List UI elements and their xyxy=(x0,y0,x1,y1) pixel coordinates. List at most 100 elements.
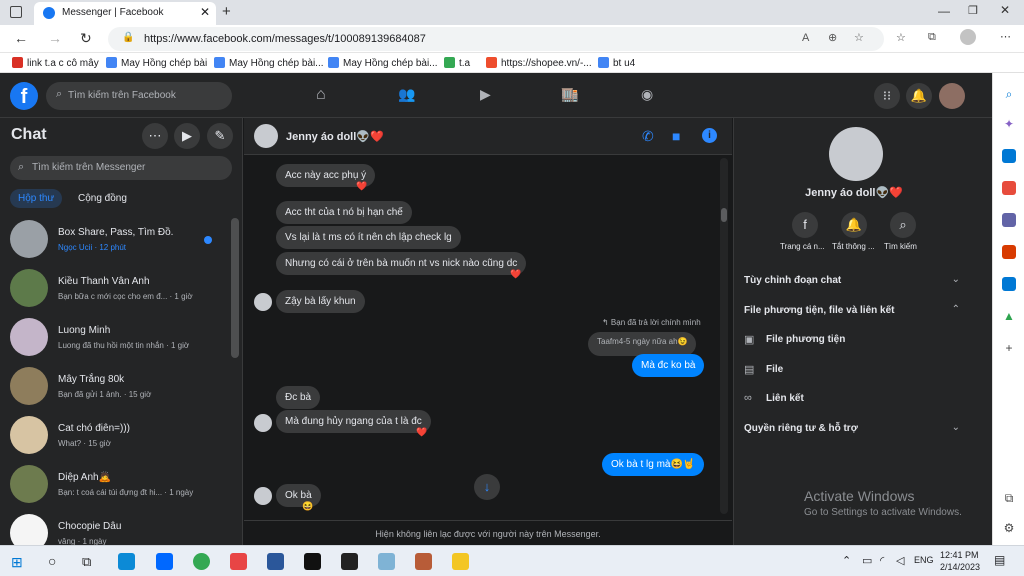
info-icon[interactable]: i xyxy=(702,128,717,143)
conversation-item[interactable]: Luong Minh Luong đã thu hồi một tin nhắn… xyxy=(8,314,228,362)
notifications-icon[interactable]: 🔔 xyxy=(906,83,932,109)
chrome-icon[interactable] xyxy=(193,553,210,570)
contact-name[interactable]: Jenny áo doll👽❤️ xyxy=(286,130,384,143)
avatar[interactable] xyxy=(254,124,278,148)
bookmark[interactable]: May Hồng chép bài xyxy=(106,57,207,69)
home-icon[interactable]: ⌂ xyxy=(316,86,326,104)
language-indicator[interactable]: ENG xyxy=(914,555,934,565)
facebook-search-input[interactable]: ⌕ Tìm kiếm trên Facebook xyxy=(46,82,232,110)
edge-icon[interactable] xyxy=(118,553,135,570)
message-bubble[interactable]: Mà đc ko bà xyxy=(632,354,705,377)
new-tab-icon[interactable]: + xyxy=(222,3,231,20)
message-bubble[interactable]: Mà đung hủy ngang của t là đc xyxy=(276,410,431,433)
video-call-icon[interactable]: ■ xyxy=(672,128,680,144)
chevron-down-icon[interactable]: ⌄ xyxy=(952,422,960,433)
message-bubble[interactable]: Vs lại là t ms có ít nên ch lập check lg xyxy=(276,226,461,249)
notification-center-icon[interactable]: ▤ xyxy=(994,553,1005,567)
conversation-item[interactable]: Cat chó điên=))) What? · 15 giờ xyxy=(8,412,228,460)
conversation-item[interactable]: Box Share, Pass, Tìm Đồ. Ngọc Ucii · 12 … xyxy=(8,216,228,264)
message-bubble[interactable]: Zậy bà lấy khun xyxy=(276,290,365,313)
options-icon[interactable]: ⋯ xyxy=(142,123,168,149)
minimize-icon[interactable]: — xyxy=(938,4,950,18)
message-bubble[interactable]: Nhưng có cái ở trên bà muốn nt vs nick n… xyxy=(276,252,527,275)
close-tab-icon[interactable]: ✕ xyxy=(200,5,210,19)
wifi-icon[interactable]: ◜ xyxy=(880,554,884,567)
more-icon[interactable]: ⋯ xyxy=(1000,30,1011,43)
media-item[interactable]: File phương tiện xyxy=(766,334,845,345)
privacy-support[interactable]: Quyền riêng tư & hỗ trợ xyxy=(744,423,858,434)
chevron-down-icon[interactable]: ⌄ xyxy=(952,274,960,285)
scrollbar-thumb[interactable] xyxy=(721,208,727,222)
phone-icon[interactable]: ✆ xyxy=(642,128,654,145)
marketplace-icon[interactable]: 🏬 xyxy=(561,86,578,103)
mute-bell-icon[interactable]: 🔔 xyxy=(841,212,867,238)
scroll-down-icon[interactable]: ↓ xyxy=(474,474,500,500)
capcut-icon[interactable] xyxy=(341,553,358,570)
profile-avatar[interactable] xyxy=(829,127,883,181)
restore-icon[interactable]: ❐ xyxy=(968,4,978,17)
search-icon[interactable]: ⌕ xyxy=(890,212,916,238)
browser-tab[interactable]: Messenger | Facebook ✕ xyxy=(34,2,216,25)
tools-icon[interactable] xyxy=(1002,181,1016,195)
conversation-item[interactable]: Kiều Thanh Vân Anh Bạn bữa c mới cọc cho… xyxy=(8,265,228,313)
windows-start-icon[interactable]: ⊞ xyxy=(11,554,23,571)
bookmark[interactable]: bt u4 xyxy=(598,57,635,69)
scrollbar[interactable] xyxy=(231,218,239,358)
paint-icon[interactable] xyxy=(378,553,395,570)
drop-icon[interactable]: ▲ xyxy=(1002,309,1016,323)
friends-icon[interactable]: 👥 xyxy=(398,86,415,103)
bookmark[interactable]: https://shopee.vn/-... xyxy=(486,57,592,69)
tiktok-icon[interactable] xyxy=(304,553,321,570)
store-icon[interactable] xyxy=(230,553,247,570)
facebook-logo-icon[interactable]: f xyxy=(10,82,38,110)
media-files-links[interactable]: File phương tiện, file và liên kết xyxy=(744,305,895,316)
clock-date[interactable]: 2/14/2023 xyxy=(940,562,980,572)
tab-inbox[interactable]: Hộp thư xyxy=(10,189,63,208)
facebook-profile-icon[interactable]: f xyxy=(792,212,818,238)
new-message-icon[interactable]: ✎ xyxy=(207,123,233,149)
file-explorer-icon[interactable] xyxy=(452,553,469,570)
file-item[interactable]: File xyxy=(766,364,783,375)
bookmark[interactable]: link t.a c cô mây xyxy=(12,57,99,69)
profile-icon[interactable] xyxy=(960,29,976,45)
search-icon[interactable]: ⌕ xyxy=(1002,87,1016,101)
url-field[interactable]: 🔒 https://www.facebook.com/messages/t/10… xyxy=(108,27,884,51)
account-avatar[interactable] xyxy=(939,83,965,109)
customize-chat[interactable]: Tùy chỉnh đoạn chat xyxy=(744,275,841,286)
copilot-icon[interactable]: ✦ xyxy=(1002,117,1016,131)
network-icon[interactable]: ▭ xyxy=(862,554,872,567)
message-bubble[interactable]: Đc bà xyxy=(276,386,321,409)
word-icon[interactable] xyxy=(267,553,284,570)
message-bubble[interactable]: Ok bà xyxy=(276,484,321,507)
bookmark[interactable]: May Hồng chép bài... xyxy=(328,57,438,69)
message-bubble[interactable]: Acc tht của t nó bị hạn chế xyxy=(276,201,412,224)
search-icon[interactable]: ○ xyxy=(48,553,56,569)
add-icon[interactable]: + xyxy=(1002,341,1016,355)
groups-icon[interactable]: ◉ xyxy=(641,86,653,103)
forward-icon[interactable]: → xyxy=(48,30,62,46)
refresh-icon[interactable]: ↻ xyxy=(80,30,92,47)
tray-overflow-icon[interactable]: ⌃ xyxy=(842,554,851,567)
office-icon[interactable] xyxy=(1002,245,1016,259)
links-item[interactable]: Liên kết xyxy=(766,393,804,404)
message-bubble[interactable]: Ok bà t lg mà😆🤘 xyxy=(602,453,705,476)
split-screen-icon[interactable]: ⧉ xyxy=(1002,491,1016,505)
shopping-icon[interactable] xyxy=(1002,149,1016,163)
clock-time[interactable]: 12:41 PM xyxy=(940,550,979,560)
video-call-icon[interactable]: ▶ xyxy=(174,123,200,149)
bookmark[interactable]: May Hồng chép bài... xyxy=(214,57,324,69)
close-window-icon[interactable]: ✕ xyxy=(1000,3,1010,17)
settings-icon[interactable]: ⚙ xyxy=(1002,521,1016,535)
menu-icon[interactable]: ⁝⁝ xyxy=(874,83,900,109)
zoom-icon[interactable]: ⊕ xyxy=(828,31,837,44)
messenger-search-input[interactable]: ⌕ Tìm kiếm trên Messenger xyxy=(10,156,232,180)
conversation-item[interactable]: Mây Trắng 80k Bạn đã gửi 1 ảnh. · 15 giờ xyxy=(8,363,228,411)
watch-icon[interactable]: ▶ xyxy=(480,86,491,103)
replied-message[interactable]: Taafm4-5 ngày nữa ah😉 xyxy=(588,332,697,356)
back-icon[interactable]: ← xyxy=(14,30,28,46)
volume-icon[interactable]: ◁ xyxy=(896,554,904,567)
bookmark[interactable]: t.a xyxy=(444,57,470,69)
outlook-icon[interactable] xyxy=(1002,277,1016,291)
favorite-icon[interactable]: ☆ xyxy=(854,31,864,44)
tab-community[interactable]: Cộng đồng xyxy=(78,193,127,204)
